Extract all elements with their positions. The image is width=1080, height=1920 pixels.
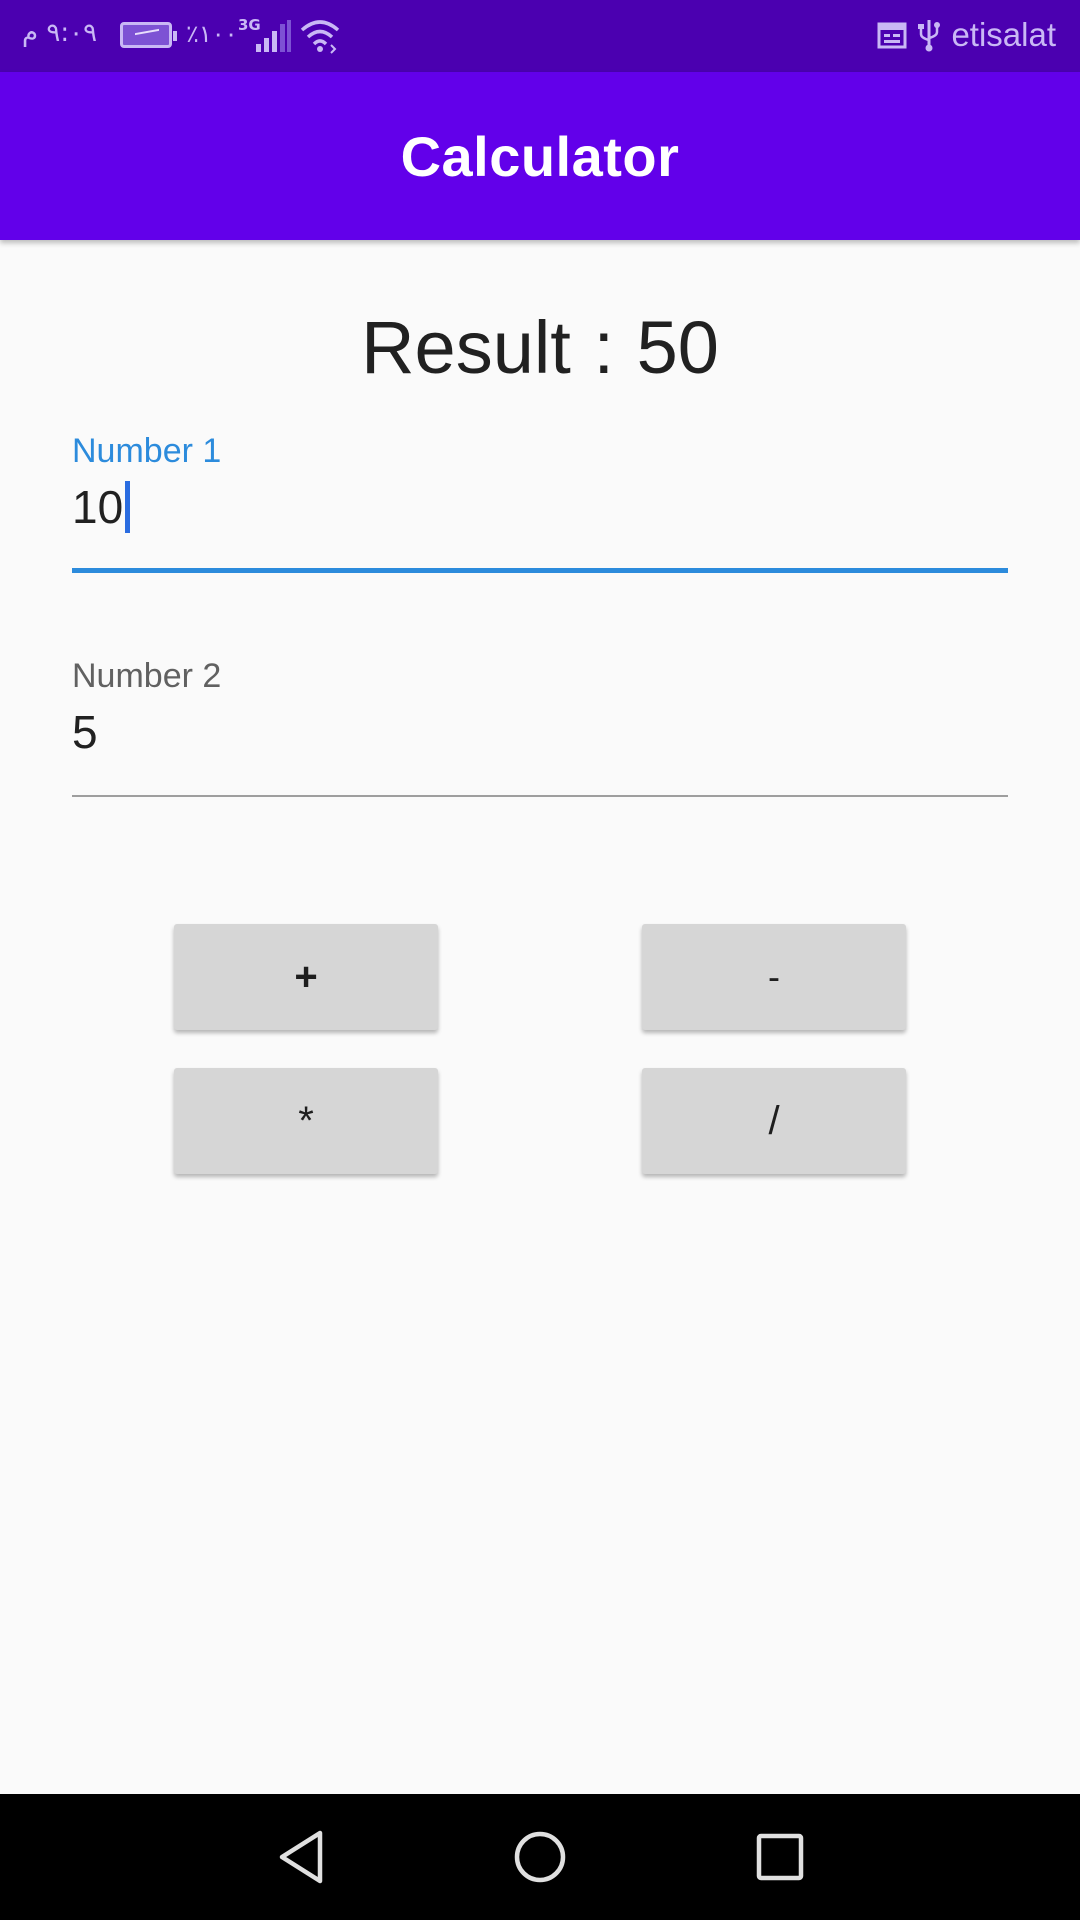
app-title: Calculator (400, 124, 680, 188)
status-right: etisalat (877, 16, 1056, 54)
number2-input[interactable]: 5 (72, 705, 98, 759)
signal-icon (256, 20, 291, 52)
add-button[interactable]: + (174, 924, 438, 1030)
back-icon (279, 1830, 323, 1884)
number2-label: Number 2 (72, 657, 222, 695)
result-display: Result : 50 (0, 305, 1080, 390)
battery-level: ٪١٠٠ (186, 20, 238, 48)
carrier-name: etisalat (951, 16, 1056, 53)
number1-input[interactable]: 10 (72, 480, 131, 534)
result-value: 50 (636, 306, 719, 389)
home-button[interactable] (507, 1824, 573, 1890)
navigation-bar (0, 1794, 1080, 1920)
status-time: ٩:٠٩ م (22, 18, 98, 48)
app-bar: Calculator (0, 72, 1080, 240)
number1-underline (72, 568, 1008, 573)
wifi-icon (300, 20, 340, 54)
number2-value: 5 (72, 706, 98, 758)
calendar-icon (877, 22, 907, 49)
divide-button[interactable]: / (642, 1068, 906, 1174)
recents-button[interactable] (747, 1824, 813, 1890)
text-cursor (125, 481, 131, 533)
calculator-screen: ٩:٠٩ م ٪١٠٠ 3G etisalat Calculator Resul… (0, 0, 1080, 1920)
home-icon (514, 1831, 566, 1883)
result-separator: : (593, 306, 614, 389)
battery-charging-icon (120, 22, 177, 48)
status-bar: ٩:٠٩ م ٪١٠٠ 3G etisalat (0, 0, 1080, 72)
number2-underline (72, 795, 1008, 797)
multiply-button[interactable]: * (174, 1068, 438, 1174)
back-button[interactable] (268, 1824, 334, 1890)
subtract-button[interactable]: - (642, 924, 906, 1030)
recents-icon (756, 1833, 804, 1881)
number1-value: 10 (72, 481, 124, 533)
number1-label: Number 1 (72, 432, 222, 470)
result-label: Result (361, 306, 571, 389)
usb-icon (918, 20, 941, 52)
